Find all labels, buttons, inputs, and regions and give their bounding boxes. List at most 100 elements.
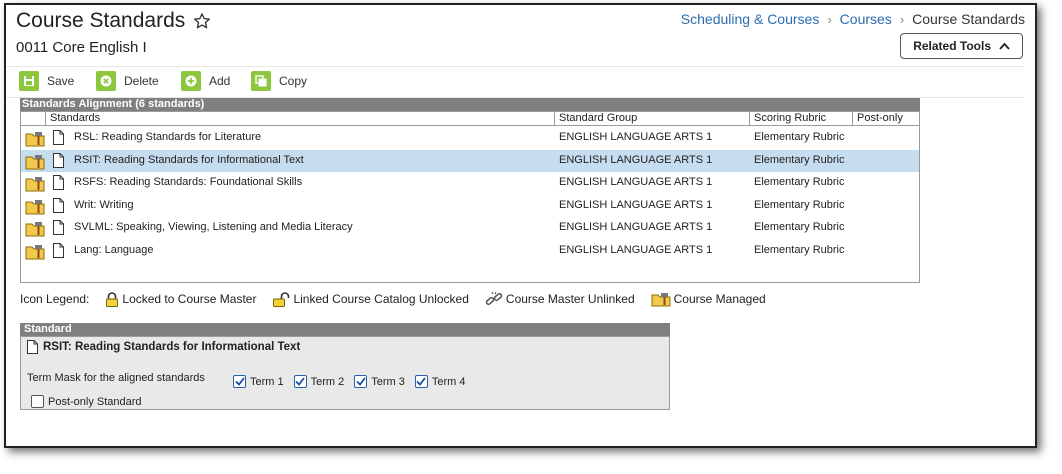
delete-icon: [96, 71, 116, 91]
standard-detail-header: Standard: [20, 323, 670, 336]
icon-legend: Icon Legend: Locked to Course Master Lin…: [20, 291, 766, 307]
row-standard: RSFS: Reading Standards: Foundational Sk…: [74, 176, 303, 188]
icon-legend-label: Icon Legend:: [20, 292, 90, 306]
post-only-label: Post-only Standard: [48, 395, 142, 408]
row-standard-group: ENGLISH LANGUAGE ARTS 1: [559, 198, 713, 211]
term-4-option[interactable]: Term 4: [414, 375, 466, 388]
term-checkbox[interactable]: [233, 375, 246, 388]
breadcrumb: Scheduling & Courses › Courses › Course …: [681, 11, 1025, 27]
document-icon: [53, 130, 64, 145]
checkmark-icon: [356, 377, 366, 386]
term-mask-label: Term Mask for the aligned standards: [27, 372, 205, 384]
term-label: Term 1: [250, 375, 284, 388]
course-managed-icon: [25, 244, 45, 259]
term-checkbox[interactable]: [414, 375, 428, 388]
table-row[interactable]: RSFS: Reading Standards: Foundational Sk…: [21, 172, 919, 194]
row-standard: Lang: Language: [74, 243, 154, 256]
term-label: Term 3: [371, 375, 405, 388]
column-post-only[interactable]: Post-only: [852, 112, 919, 125]
term-label: Term 2: [310, 375, 345, 388]
legend-unlinked: Course Master Unlinked: [485, 291, 635, 307]
course-managed-icon: [25, 222, 45, 237]
standard-detail-panel: RSIT: Reading Standards for Informationa…: [20, 336, 670, 410]
standard-name: RSIT: Reading Standards for Informationa…: [43, 341, 301, 353]
term-3-option[interactable]: Term 3: [354, 375, 405, 388]
table-header: Standards Standard Group Scoring Rubric …: [21, 112, 919, 126]
breadcrumb-courses[interactable]: Courses: [840, 11, 892, 27]
row-standard: Writ: Writing: [74, 198, 134, 211]
document-icon: [53, 220, 64, 235]
document-icon: [53, 197, 64, 213]
row-standard: RSL: Reading Standards for Literature: [74, 131, 262, 143]
document-icon: [53, 152, 64, 168]
delete-button[interactable]: Delete: [96, 71, 159, 91]
add-button[interactable]: Add: [181, 71, 230, 91]
document-icon: [27, 340, 38, 354]
related-tools-button[interactable]: Related Tools: [900, 33, 1023, 59]
chevron-right-icon: ›: [827, 11, 832, 27]
post-only-standard[interactable]: Post-only Standard: [31, 395, 142, 408]
delete-label: Delete: [124, 74, 159, 88]
legend-locked-label: Locked to Course Master: [122, 292, 257, 306]
legend-managed-label: Course Managed: [673, 292, 766, 306]
term-label: Term 4: [431, 375, 466, 388]
unlock-icon: [273, 291, 290, 307]
document-icon: [53, 242, 64, 258]
row-standard: RSIT: Reading Standards for Informationa…: [74, 153, 304, 166]
chevron-right-icon: ›: [899, 11, 905, 27]
row-scoring-rubric: Elementary Rubric: [754, 176, 845, 188]
course-managed-icon: [25, 132, 45, 147]
legend-unlinked-label: Course Master Unlinked: [505, 292, 635, 306]
save-button[interactable]: Save: [19, 71, 74, 91]
checkmark-icon: [416, 377, 427, 386]
legend-locked: Locked to Course Master: [105, 291, 257, 307]
document-icon: [53, 175, 64, 190]
term-checkbox[interactable]: [354, 375, 368, 388]
row-standard: SVLML: Speaking, Viewing, Listening and …: [74, 221, 353, 233]
add-label: Add: [209, 74, 231, 88]
row-scoring-rubric: Elementary Rubric: [754, 221, 845, 233]
table-row[interactable]: RSIT: Reading Standards for Informationa…: [21, 149, 919, 172]
copy-button[interactable]: Copy: [251, 71, 307, 91]
checkmark-icon: [295, 377, 305, 386]
breadcrumb-scheduling-courses[interactable]: Scheduling & Courses: [681, 11, 820, 27]
table-row[interactable]: SVLML: Speaking, Viewing, Listening and …: [21, 217, 919, 239]
checkmark-icon: [234, 377, 245, 386]
toolbar: Save Delete Add Copy: [6, 66, 1023, 98]
standards-alignment-table: Standards Standard Group Scoring Rubric …: [20, 111, 920, 283]
copy-label: Copy: [279, 74, 308, 88]
table-row[interactable]: Lang: Language ENGLISH LANGUAGE ARTS 1 Ele…: [21, 240, 919, 262]
course-name: 0011 Core English I: [16, 39, 147, 56]
copy-icon: [251, 71, 271, 91]
term-1-option[interactable]: Term 1: [233, 375, 284, 388]
app-window: Course Standards 0011 Core English I Sch…: [4, 3, 1037, 448]
row-standard-group: ENGLISH LANGUAGE ARTS 1: [559, 221, 713, 233]
related-tools-label: Related Tools: [913, 39, 991, 53]
post-only-checkbox[interactable]: [31, 395, 44, 408]
favorite-star-icon[interactable]: [193, 12, 211, 30]
legend-unlocked: Linked Course Catalog Unlocked: [272, 291, 469, 307]
column-standards[interactable]: Standards: [45, 112, 554, 125]
page-title-text: Course Standards: [16, 9, 186, 32]
term-mask-checkboxes: Term 1 Term 2 Term 3 Term 4: [233, 375, 466, 388]
column-scoring-rubric[interactable]: Scoring Rubric: [749, 112, 850, 125]
term-checkbox[interactable]: [293, 375, 307, 388]
column-standard-group[interactable]: Standard Group: [554, 112, 745, 125]
breadcrumb-current: Course Standards: [912, 11, 1025, 27]
row-scoring-rubric: Elementary Rubric: [754, 198, 845, 211]
page-title: Course Standards: [16, 9, 211, 33]
table-row[interactable]: Writ: Writing ENGLISH LANGUAGE ARTS 1 Elem…: [21, 195, 919, 217]
chevron-up-icon: [999, 42, 1010, 50]
course-managed-icon: [651, 293, 671, 307]
term-2-option[interactable]: Term 2: [293, 375, 345, 388]
row-standard-group: ENGLISH LANGUAGE ARTS 1: [559, 153, 713, 166]
row-scoring-rubric: Elementary Rubric: [754, 131, 845, 143]
table-row[interactable]: RSL: Reading Standards for Literature ENG…: [21, 127, 919, 149]
row-standard-group: ENGLISH LANGUAGE ARTS 1: [559, 243, 713, 256]
broken-link-icon: [485, 291, 503, 306]
course-managed-icon: [25, 177, 45, 192]
course-managed-icon: [25, 199, 45, 214]
row-scoring-rubric: Elementary Rubric: [754, 243, 845, 256]
row-standard-group: ENGLISH LANGUAGE ARTS 1: [559, 176, 713, 188]
legend-unlocked-label: Linked Course Catalog Unlocked: [293, 292, 469, 306]
